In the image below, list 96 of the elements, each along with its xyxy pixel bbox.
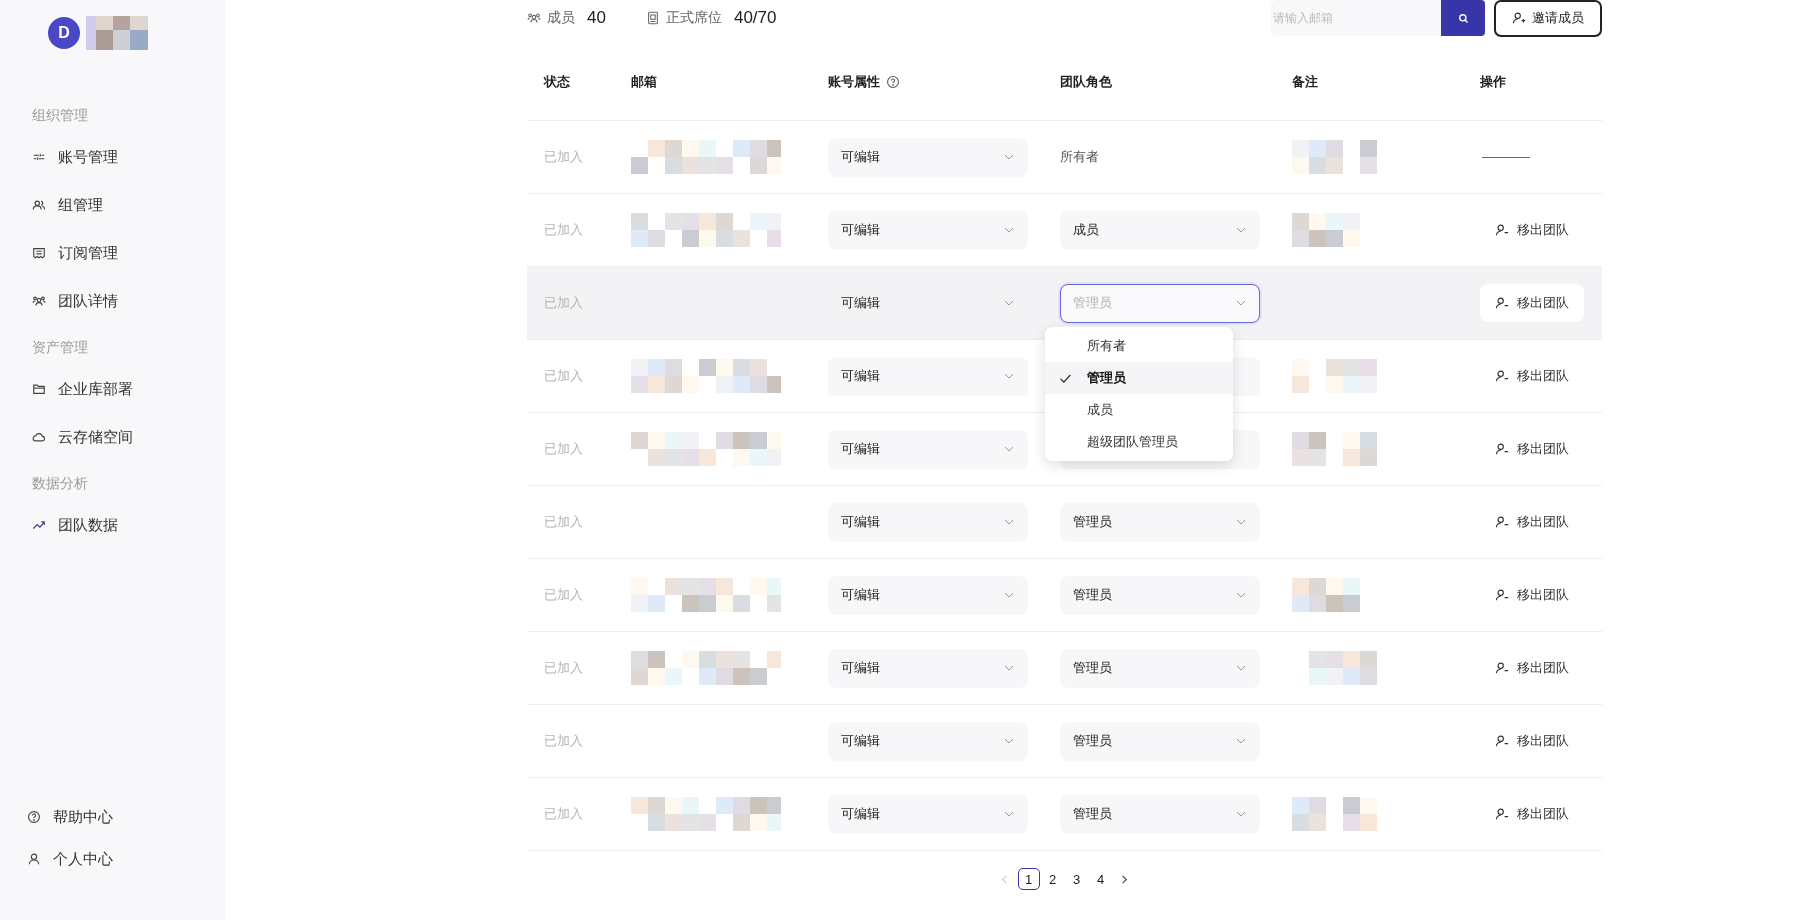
nav-item[interactable]: 团队数据 [32,514,225,536]
nav-item[interactable]: 个人中心 [27,848,225,870]
status-text: 已加入 [544,732,583,750]
nav-item[interactable]: 团队详情 [32,290,225,312]
page-button[interactable]: 3 [1065,868,1088,890]
stat-label: 成员 [547,9,575,27]
person-icon [27,852,41,866]
account-type-select[interactable]: 可编辑 [828,210,1028,250]
status-text: 已加入 [544,148,583,166]
chevron-right-icon [1119,873,1130,885]
trend-icon [32,518,46,532]
add-user-icon [1512,11,1526,25]
stat-value: 40 [587,8,606,28]
chevron-left-icon [999,873,1010,885]
status-text: 已加入 [544,513,583,531]
status-text: 已加入 [544,221,583,239]
search-icon [1457,12,1469,24]
account-type-select[interactable]: 可编辑 [828,575,1028,615]
role-select[interactable]: 管理员 [1060,575,1260,615]
column-header: 状态 [544,73,570,91]
role-select[interactable]: 管理员 [1060,721,1260,761]
account-type-select[interactable]: 可编辑 [828,283,1028,323]
remove-user-icon [1495,661,1509,675]
remove-button[interactable]: 移出团队 [1480,795,1584,833]
role-select[interactable]: 管理员 [1060,648,1260,688]
nav-item[interactable]: 账号管理 [32,146,225,168]
folder-icon [32,382,46,396]
column-header: 账号属性 [828,73,880,91]
help-icon[interactable] [886,75,900,89]
remove-button[interactable]: 移出团队 [1480,503,1584,541]
remove-user-icon [1495,369,1509,383]
empty-dash [1482,156,1530,158]
account-type-select[interactable]: 可编辑 [828,648,1028,688]
remove-button[interactable]: 移出团队 [1480,649,1584,687]
seat-icon [645,11,660,25]
remove-button[interactable]: 移出团队 [1480,576,1584,614]
menu-option[interactable]: 成员 [1045,394,1233,426]
remove-button[interactable]: 移出团队 [1480,430,1584,468]
remove-user-icon [1495,588,1509,602]
section-label: 资产管理 [32,338,89,356]
status-text: 已加入 [544,659,583,677]
stat-value: 40/70 [733,8,777,28]
nav-item[interactable]: 帮助中心 [27,806,225,828]
nav-item[interactable]: 组管理 [32,194,225,216]
role-select[interactable]: 成员 [1060,210,1260,250]
search-field[interactable]: 请输入邮箱 [1271,0,1441,36]
account-type-select[interactable]: 可编辑 [828,356,1028,396]
search-button[interactable] [1441,0,1485,36]
check-icon [1059,372,1072,385]
account-type-select[interactable]: 可编辑 [828,137,1028,177]
account-type-select[interactable]: 可编辑 [828,721,1028,761]
stat-label: 正式席位 [665,9,722,27]
remove-button[interactable]: 移出团队 [1480,722,1584,760]
remove-user-icon [1495,296,1509,310]
users-icon [32,198,46,212]
page-button[interactable]: 1 [1017,868,1040,890]
section-label: 数据分析 [32,474,89,492]
column-header: 团队角色 [1060,73,1112,91]
help-icon [27,810,41,824]
page-button[interactable]: 4 [1089,868,1112,890]
status-text: 已加入 [544,367,583,385]
role-select[interactable]: 管理员 [1060,794,1260,834]
section-label: 组织管理 [32,106,89,124]
nav-item[interactable]: 订阅管理 [32,242,225,264]
column-header: 备注 [1292,73,1318,91]
menu-option[interactable]: 所有者 [1045,330,1233,362]
account-type-select[interactable]: 可编辑 [828,429,1028,469]
remove-button[interactable]: 移出团队 [1480,284,1584,322]
team-icon [527,11,541,25]
menu-option[interactable]: 管理员 [1045,362,1233,394]
page-button[interactable]: 2 [1041,868,1064,890]
nav-item[interactable]: 云存储空间 [32,426,225,448]
role-select[interactable]: 管理员 [1060,502,1260,542]
remove-button[interactable]: 移出团队 [1480,211,1584,249]
account-type-select[interactable]: 可编辑 [828,502,1028,542]
nav-item[interactable]: 企业库部署 [32,378,225,400]
column-header: 邮箱 [631,73,657,91]
column-header: 操作 [1480,73,1506,91]
status-text: 已加入 [544,586,583,604]
remove-user-icon [1495,223,1509,237]
avatar: D [48,17,80,49]
account-type-select[interactable]: 可编辑 [828,794,1028,834]
remove-user-icon [1495,734,1509,748]
status-text: 已加入 [544,805,583,823]
team-icon [32,294,46,308]
role-text: 所有者 [1060,148,1099,166]
invite-button[interactable]: 邀请成员 [1494,0,1602,37]
remove-user-icon [1495,442,1509,456]
remove-user-icon [1495,515,1509,529]
remove-button[interactable]: 移出团队 [1480,357,1584,395]
cloud-icon [32,430,46,444]
status-text: 已加入 [544,294,583,312]
status-text: 已加入 [544,440,583,458]
receipt-icon [32,246,46,260]
remove-user-icon [1495,807,1509,821]
menu-option[interactable]: 超级团队管理员 [1045,426,1233,458]
